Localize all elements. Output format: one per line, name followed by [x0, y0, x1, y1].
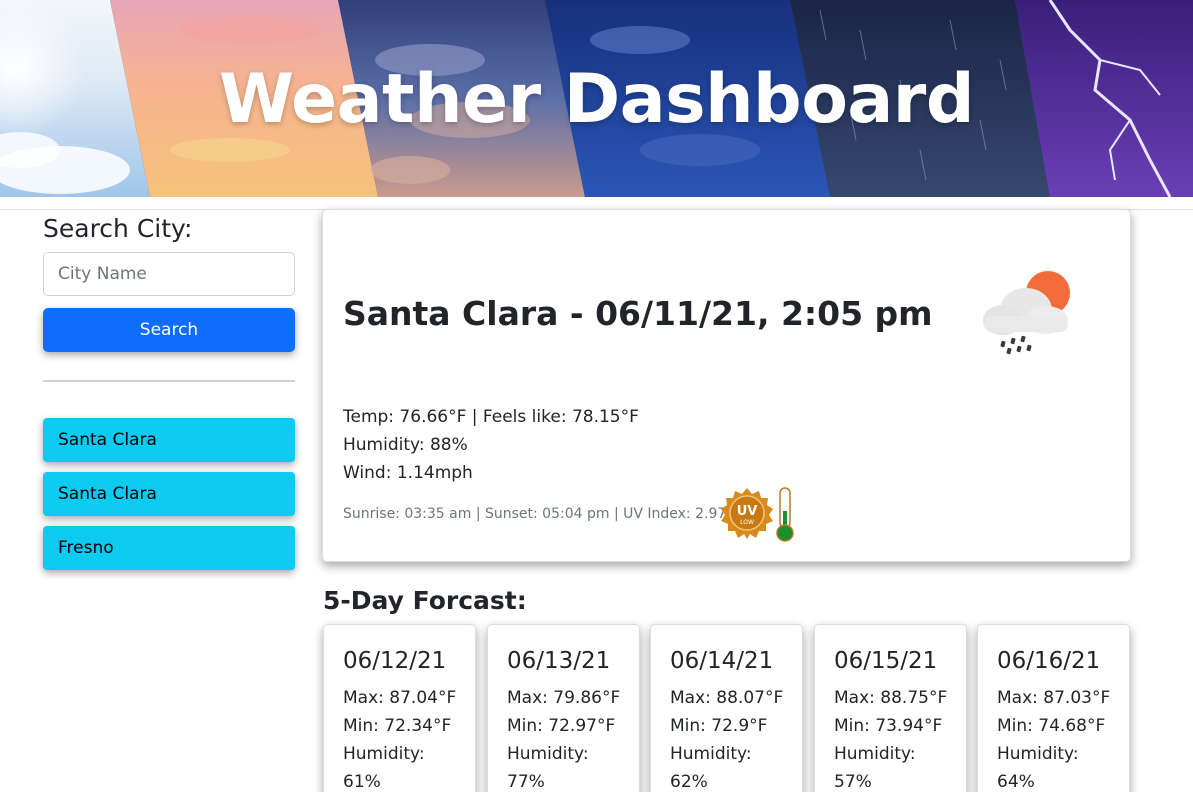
current-city-date: Santa Clara - 06/11/21, 2:05 pm — [343, 294, 933, 333]
forecast-date: 06/16/21 — [997, 648, 1101, 674]
forecast-card: 06/15/21 Max: 88.75°F Min: 73.94°F Humid… — [814, 624, 967, 792]
uv-badge-level: LOW — [740, 519, 754, 526]
sidebar-divider — [43, 380, 295, 382]
thermometer-icon — [776, 487, 794, 542]
wind-text: Wind: 1.14mph — [343, 463, 473, 483]
header-banner: Weather Dashboard — [0, 0, 1193, 197]
search-button[interactable]: Search — [43, 308, 295, 352]
forecast-humidity-label: Humidity: — [834, 744, 916, 764]
history-item[interactable]: Santa Clara — [43, 472, 295, 516]
forecast-min: Min: 74.68°F — [997, 716, 1106, 736]
forecast-card: 06/14/21 Max: 88.07°F Min: 72.9°F Humidi… — [650, 624, 803, 792]
search-history-list: Santa Clara Santa Clara Fresno — [43, 418, 295, 570]
forecast-max: Max: 79.86°F — [507, 688, 621, 708]
forecast-min: Min: 72.34°F — [343, 716, 452, 736]
forecast-date: 06/14/21 — [670, 648, 774, 674]
current-weather-card: Santa Clara - 06/11/21, 2:05 pm Temp: 76… — [322, 209, 1131, 562]
forecast-min: Min: 72.97°F — [507, 716, 616, 736]
forecast-humidity-label: Humidity: — [343, 744, 425, 764]
page-title: Weather Dashboard — [218, 60, 975, 139]
forecast-date: 06/12/21 — [343, 648, 447, 674]
forecast-humidity-value: 61% — [343, 772, 381, 792]
search-sidebar: Search City: Search Santa Clara Santa Cl… — [43, 212, 295, 580]
forecast-date: 06/15/21 — [834, 648, 938, 674]
temperature-text: Temp: 76.66°F | Feels like: 78.15°F — [343, 407, 639, 427]
forecast-card: 06/16/21 Max: 87.03°F Min: 74.68°F Humid… — [977, 624, 1130, 792]
city-search-input[interactable] — [43, 252, 295, 296]
uv-low-badge-icon: UV LOW — [721, 488, 773, 539]
history-item[interactable]: Fresno — [43, 526, 295, 570]
forecast-date: 06/13/21 — [507, 648, 611, 674]
search-heading: Search City: — [43, 214, 193, 243]
forecast-heading: 5-Day Forcast: — [323, 586, 527, 615]
forecast-max: Max: 88.07°F — [670, 688, 784, 708]
sun-uv-text: Sunrise: 03:35 am | Sunset: 05:04 pm | U… — [343, 506, 727, 522]
forecast-min: Min: 73.94°F — [834, 716, 943, 736]
forecast-humidity-label: Humidity: — [507, 744, 589, 764]
forecast-card: 06/12/21 Max: 87.04°F Min: 72.34°F Humid… — [323, 624, 476, 792]
forecast-humidity-label: Humidity: — [670, 744, 752, 764]
forecast-humidity-value: 57% — [834, 772, 872, 792]
forecast-card: 06/13/21 Max: 79.86°F Min: 72.97°F Humid… — [487, 624, 640, 792]
forecast-humidity-value: 77% — [507, 772, 545, 792]
forecast-humidity-value: 64% — [997, 772, 1035, 792]
forecast-max: Max: 87.04°F — [343, 688, 457, 708]
history-item[interactable]: Santa Clara — [43, 418, 295, 462]
forecast-humidity-value: 62% — [670, 772, 708, 792]
humidity-text: Humidity: 88% — [343, 435, 468, 455]
forecast-min: Min: 72.9°F — [670, 716, 768, 736]
cloud-sun-rain-icon — [983, 271, 1070, 355]
forecast-max: Max: 88.75°F — [834, 688, 948, 708]
forecast-humidity-label: Humidity: — [997, 744, 1079, 764]
uv-badge-text: UV — [737, 504, 758, 519]
forecast-max: Max: 87.03°F — [997, 688, 1111, 708]
